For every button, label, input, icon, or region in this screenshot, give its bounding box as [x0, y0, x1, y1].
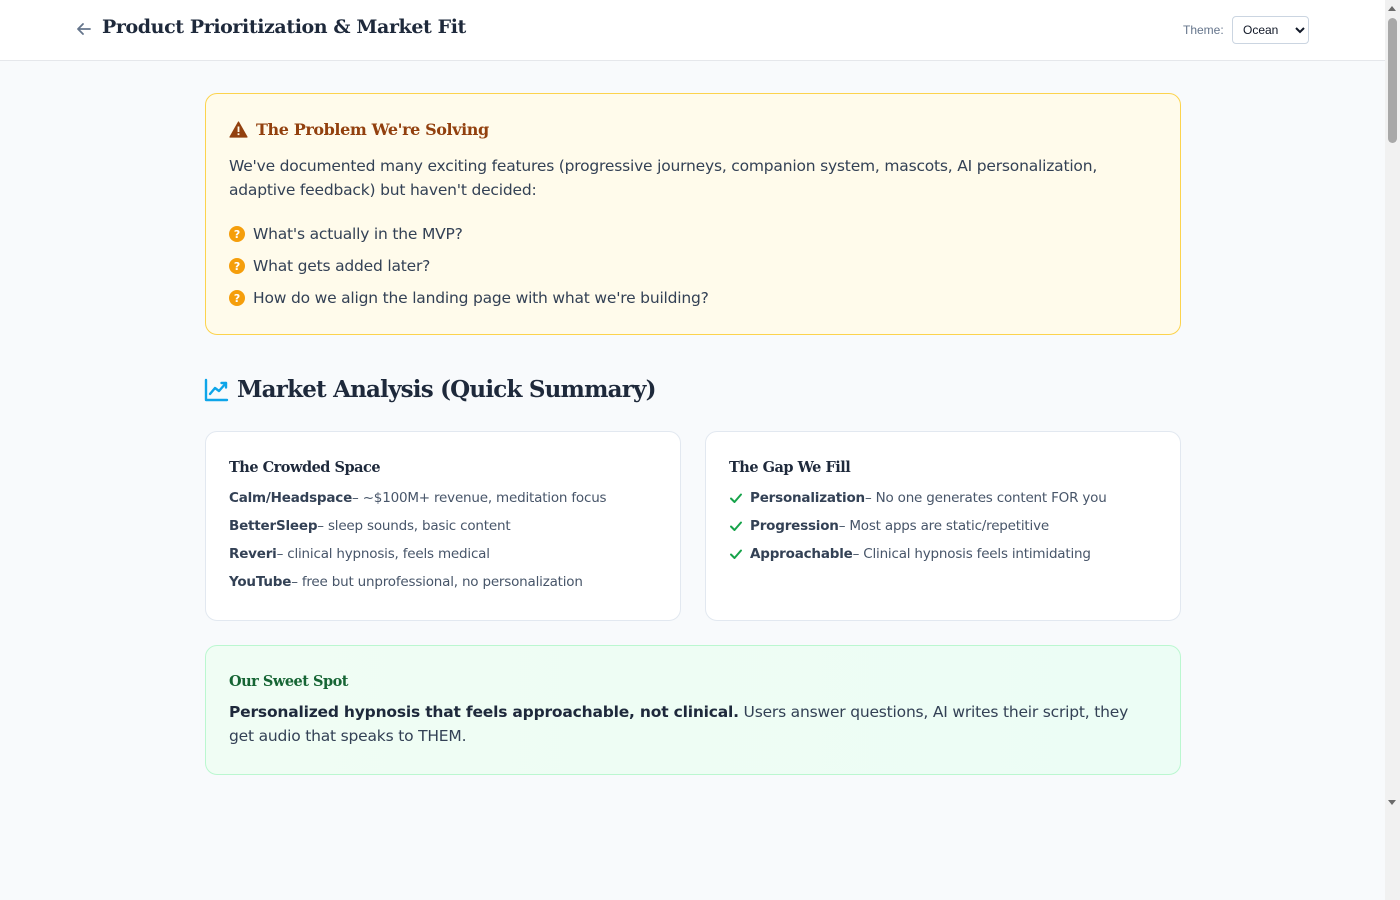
competitor-desc: – ~$100M+ revenue, meditation focus	[352, 490, 607, 506]
gap-card: The Gap We Fill Personalization – No one…	[705, 431, 1181, 621]
competitor-name: Calm/Headspace	[229, 490, 353, 506]
list-item: Approachable – Clinical hypnosis feels i…	[729, 540, 1157, 568]
question-text: What's actually in the MVP?	[253, 225, 463, 243]
top-bar: Product Prioritization & Market Fit Them…	[0, 0, 1385, 61]
sweet-spot-text: Personalized hypnosis that feels approac…	[229, 700, 1157, 748]
question-text: How do we align the landing page with wh…	[253, 289, 709, 307]
competitor-name: BetterSleep	[229, 518, 318, 534]
list-item: ? How do we align the landing page with …	[229, 282, 1157, 314]
gap-desc: – Most apps are static/repetitive	[838, 518, 1049, 534]
list-item: Reveri – clinical hypnosis, feels medica…	[229, 540, 657, 568]
competitor-desc: – free but unprofessional, no personaliz…	[291, 574, 583, 590]
warning-triangle-icon	[229, 121, 248, 138]
question-circle-icon: ?	[229, 290, 245, 306]
card-title: The Crowded Space	[229, 459, 381, 476]
scrollbar-thumb[interactable]	[1388, 18, 1397, 143]
question-text: What gets added later?	[253, 257, 431, 275]
problem-title-row: The Problem We're Solving	[229, 120, 1157, 139]
scroll-down-icon[interactable]	[1388, 800, 1396, 805]
list-item: ? What gets added later?	[229, 250, 1157, 282]
page-title: Product Prioritization & Market Fit	[102, 16, 466, 38]
theme-select[interactable]: Ocean	[1232, 16, 1309, 44]
gap-desc: – No one generates content FOR you	[864, 490, 1107, 506]
gap-list: Personalization – No one generates conte…	[729, 484, 1157, 568]
gap-name: Approachable	[750, 546, 853, 562]
question-list: ? What's actually in the MVP? ? What get…	[229, 218, 1157, 314]
line-chart-icon	[204, 378, 229, 401]
scroll-up-icon[interactable]	[1388, 6, 1396, 11]
competitor-desc: – sleep sounds, basic content	[317, 518, 511, 534]
market-analysis-heading: Market Analysis (Quick Summary)	[204, 376, 657, 403]
competitor-desc: – clinical hypnosis, feels medical	[276, 546, 490, 562]
arrow-left-icon[interactable]	[74, 19, 94, 39]
question-circle-icon: ?	[229, 258, 245, 274]
section-title: Market Analysis (Quick Summary)	[237, 376, 657, 403]
question-circle-icon: ?	[229, 226, 245, 242]
problem-title: The Problem We're Solving	[256, 120, 489, 139]
sweet-spot-card: Our Sweet Spot Personalized hypnosis tha…	[205, 645, 1181, 775]
sweet-spot-bold: Personalized hypnosis that feels approac…	[229, 703, 739, 721]
page-scrollbar[interactable]	[1385, 0, 1400, 900]
check-icon	[730, 549, 742, 559]
list-item: Personalization – No one generates conte…	[729, 484, 1157, 512]
card-title: The Gap We Fill	[729, 459, 851, 476]
problem-intro: We've documented many exciting features …	[229, 157, 1098, 199]
list-item: ? What's actually in the MVP?	[229, 218, 1157, 250]
competitor-name: YouTube	[229, 574, 292, 590]
list-item: BetterSleep – sleep sounds, basic conten…	[229, 512, 657, 540]
check-icon	[730, 493, 742, 503]
gap-desc: – Clinical hypnosis feels intimidating	[852, 546, 1091, 562]
crowded-space-card: The Crowded Space Calm/Headspace – ~$100…	[205, 431, 681, 621]
sweet-spot-title: Our Sweet Spot	[229, 673, 349, 690]
problem-card: The Problem We're Solving We've document…	[205, 93, 1181, 335]
theme-label: Theme:	[1183, 23, 1224, 37]
list-item: Progression – Most apps are static/repet…	[729, 512, 1157, 540]
gap-name: Personalization	[750, 490, 865, 506]
list-item: YouTube – free but unprofessional, no pe…	[229, 568, 657, 596]
list-item: Calm/Headspace – ~$100M+ revenue, medita…	[229, 484, 657, 512]
competitor-list: Calm/Headspace – ~$100M+ revenue, medita…	[229, 484, 657, 596]
competitor-name: Reveri	[229, 546, 277, 562]
gap-name: Progression	[750, 518, 839, 534]
check-icon	[730, 521, 742, 531]
